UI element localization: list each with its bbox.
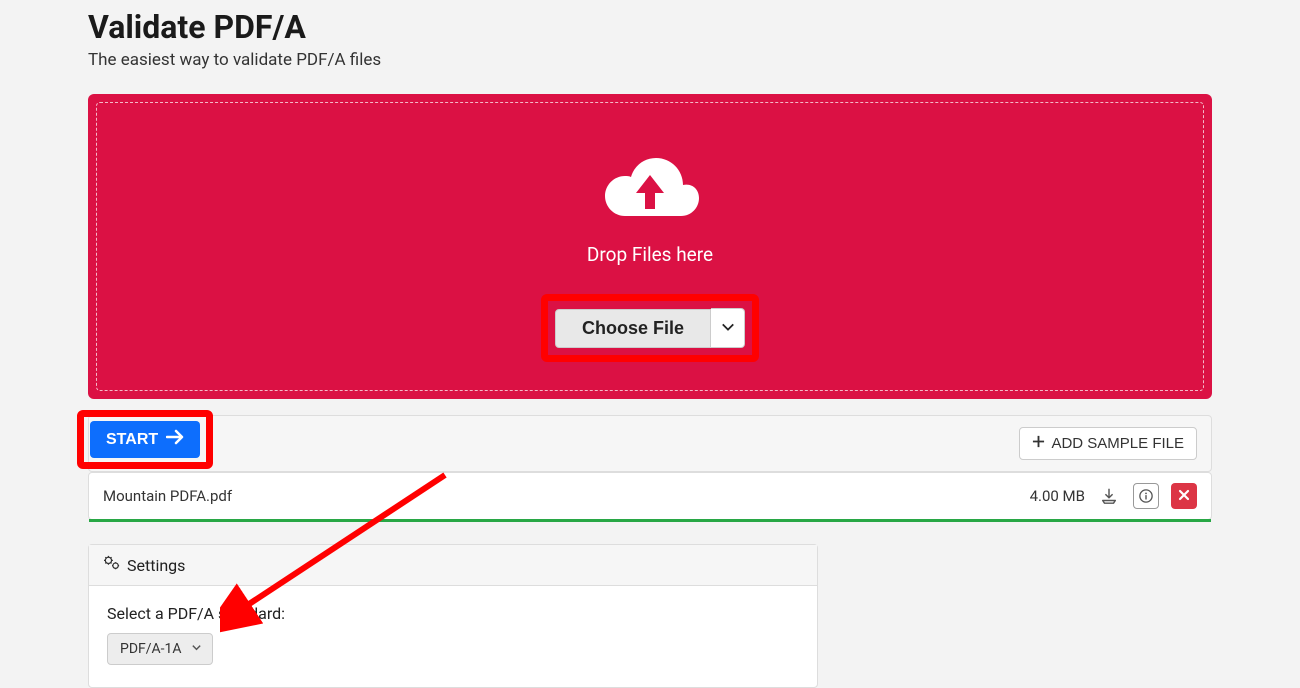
start-button[interactable]: START [90,421,200,458]
select-standard-label: Select a PDF/A standard: [107,604,799,623]
cloud-upload-icon [596,151,704,235]
settings-panel: Settings Select a PDF/A standard: PDF/A-… [88,544,818,688]
info-icon[interactable] [1133,483,1159,509]
file-row: Mountain PDFA.pdf 4.00 MB [88,472,1212,520]
settings-title: Settings [127,556,185,575]
download-icon[interactable] [1097,484,1121,508]
settings-header: Settings [89,545,817,586]
file-size: 4.00 MB [1030,487,1085,505]
add-sample-file-button[interactable]: ADD SAMPLE FILE [1019,427,1197,460]
plus-icon [1032,435,1045,452]
choose-file-dropdown-button[interactable] [711,308,745,348]
start-highlight: START [77,410,213,469]
choose-file-button[interactable]: Choose File [555,309,711,348]
gears-icon [103,555,121,575]
start-label: START [106,431,158,449]
choose-file-highlight: Choose File [541,294,759,362]
pdfa-standard-select[interactable]: PDF/A-1A [107,633,213,665]
page-title: Validate PDF/A [88,8,1212,46]
selected-standard-value: PDF/A-1A [120,641,182,657]
page-subtitle: The easiest way to validate PDF/A files [88,50,1212,70]
add-sample-label: ADD SAMPLE FILE [1051,435,1184,452]
toolbar: START ADD SAMPLE FILE [88,415,1212,472]
chevron-down-icon [191,641,202,657]
chevron-down-icon [721,319,735,338]
remove-file-button[interactable] [1171,483,1197,509]
close-icon [1178,487,1190,505]
arrow-right-icon [166,429,184,450]
drop-files-text: Drop Files here [587,243,713,266]
dropzone[interactable]: Drop Files here Choose File [88,94,1212,399]
file-name: Mountain PDFA.pdf [103,487,232,505]
dropzone-inner: Drop Files here Choose File [96,102,1204,391]
